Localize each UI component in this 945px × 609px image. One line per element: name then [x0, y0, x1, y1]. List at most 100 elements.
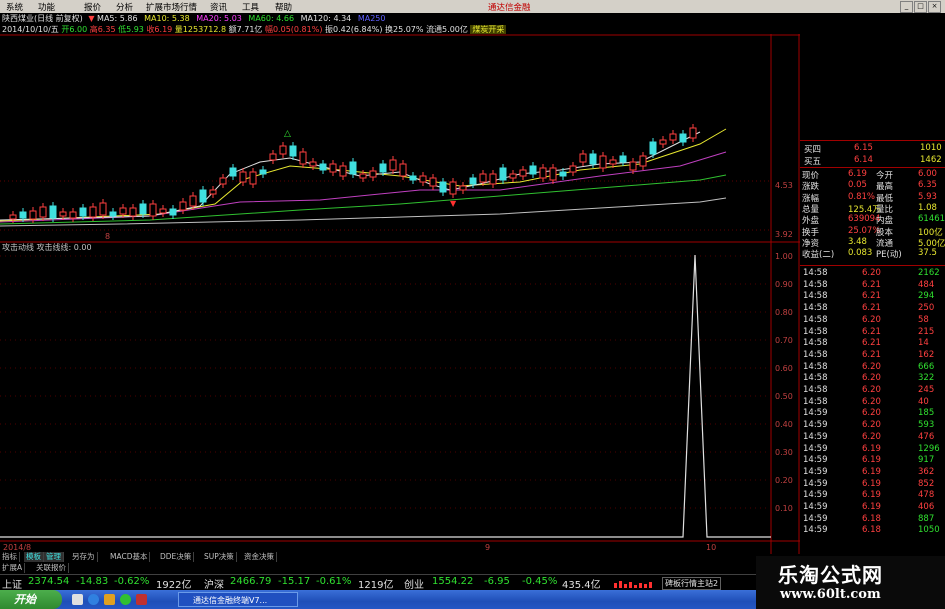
- hs-change: -15.17: [278, 576, 311, 587]
- tick-row: 14:58 6.21 250: [800, 303, 945, 314]
- quote-label: 换手: [802, 227, 820, 238]
- sector-tag[interactable]: 煤炭开采: [470, 25, 507, 34]
- maximize-icon[interactable]: □: [914, 1, 927, 13]
- tick-volume: 294: [918, 291, 935, 302]
- cy-label: 创业: [404, 580, 424, 591]
- ma5-label: MA5: 5.86: [97, 14, 138, 23]
- tick-time: 14:59: [803, 420, 828, 431]
- server-label[interactable]: 碑板行情主站2: [662, 577, 722, 590]
- tick-row: 14:58 6.21 484: [800, 280, 945, 291]
- tick-row: 14:59 6.19 406: [800, 502, 945, 513]
- hs-label: 沪深: [204, 580, 224, 591]
- tick-time: 14:59: [803, 466, 828, 477]
- quote-row: 换手 25.07% 股本 100亿: [800, 226, 945, 238]
- watermark-logo: 乐淘公式网 www.60lt.com: [756, 556, 945, 609]
- tab-indicator[interactable]: SUP决策: [202, 552, 237, 562]
- quote-label: 现价: [802, 171, 820, 181]
- minimize-icon[interactable]: _: [900, 1, 913, 13]
- tick-time: 14:58: [803, 268, 828, 278]
- tab-indicator[interactable]: 资金决策: [242, 552, 277, 562]
- tab-indicator[interactable]: MACD基本: [108, 552, 151, 562]
- bar-float: 流通5.00亿: [426, 25, 468, 34]
- chart-area[interactable]: △ ▼ 4.53 3.92 8 攻击动线 攻击线线: 0.00 1.00 0.90…: [0, 34, 800, 554]
- quote-label: 外盘: [802, 216, 820, 227]
- tick-volume: 1296: [918, 443, 940, 454]
- tick-row: 14:58 6.20 40: [800, 397, 945, 408]
- hs-pct: -0.61%: [316, 576, 352, 587]
- indicator-tabs: 指标 模板 管理 另存为 MACD基本 DDE决策 SUP决策 资金决策: [0, 552, 800, 562]
- orderbook-label: 买四: [804, 145, 822, 155]
- quote-label: 净资: [802, 238, 820, 249]
- app2-icon[interactable]: [136, 594, 147, 605]
- menu-quote[interactable]: 报价: [84, 1, 101, 13]
- folder-icon[interactable]: [104, 594, 115, 605]
- close-icon[interactable]: ×: [928, 1, 941, 13]
- tab-indicator[interactable]: DDE决策: [158, 552, 195, 562]
- tick-row: 14:59 6.19 478: [800, 490, 945, 501]
- sh-label: 上证: [2, 580, 22, 591]
- tab-indicator[interactable]: 另存为: [70, 552, 98, 562]
- menu-news[interactable]: 资讯: [210, 1, 227, 13]
- start-button[interactable]: 开始: [0, 590, 62, 609]
- tab-linked-quote[interactable]: 关联报价: [34, 563, 69, 573]
- orderbook-price: 6.15: [854, 143, 873, 153]
- quote-row: 收益(二) 0.083 PE(动) 37.5: [800, 248, 945, 260]
- menu-tools[interactable]: 工具: [242, 1, 259, 13]
- tick-volume: 14: [918, 338, 929, 349]
- desktop-icon[interactable]: [72, 594, 83, 605]
- tick-list[interactable]: 14:58 6.20 2162 14:58 6.21 484 14:58 6.21 294 14:…: [800, 268, 945, 548]
- bar-date: 2014/10/10/五: [2, 25, 59, 34]
- tabs-row-2: 扩展A 关联报价: [0, 563, 300, 573]
- tick-time: 14:59: [803, 502, 828, 512]
- tick-row: 14:59 6.19 852: [800, 479, 945, 490]
- menu-analysis[interactable]: 分析: [116, 1, 133, 13]
- tick-row: 14:58 6.21 215: [800, 327, 945, 338]
- menu-help[interactable]: 帮助: [275, 1, 292, 13]
- tick-time: 14:59: [803, 490, 828, 501]
- quote-value: 37.5: [918, 248, 937, 259]
- tab-ext-a[interactable]: 扩展A: [0, 563, 26, 573]
- tick-time: 14:59: [803, 443, 828, 454]
- y-label-main-2: 3.92: [775, 230, 793, 239]
- orderbook-vol: 1462: [920, 155, 942, 165]
- quote-row: 涨跌 0.05 最高 6.35: [800, 180, 945, 193]
- tick-row: 14:59 6.19 917: [800, 455, 945, 466]
- quote-value: 6.35: [918, 180, 937, 191]
- x-label-1: 2014/8: [3, 543, 31, 552]
- ie-icon[interactable]: [88, 594, 99, 605]
- tick-time: 14:58: [803, 349, 828, 360]
- x-mark-main: 8: [105, 232, 110, 241]
- tab-indicator[interactable]: 模板: [24, 552, 44, 562]
- menu-ext-market[interactable]: 扩展市场行情: [146, 1, 197, 13]
- tick-price: 6.20: [862, 268, 881, 278]
- tick-price: 6.21: [862, 303, 881, 314]
- quote-value: 3.48: [848, 236, 867, 247]
- x-label-2: 9: [485, 543, 490, 552]
- quote-row: 外盘639094内盘614618: [800, 214, 945, 227]
- tick-row: 14:59 6.19 1296: [800, 444, 945, 455]
- tick-price: 6.21: [862, 326, 881, 337]
- tick-row: 14:58 6.20 322: [800, 373, 945, 384]
- tick-volume: 185: [918, 408, 935, 419]
- sh-value: 2374.54: [28, 576, 70, 587]
- tick-price: 6.20: [862, 396, 881, 407]
- tab-indicator[interactable]: 指标: [0, 552, 20, 562]
- quote-value: 6.19: [848, 169, 867, 179]
- quote-value: 6.00: [918, 169, 937, 179]
- sub-y-label: 0.70: [775, 336, 793, 345]
- tick-time: 14:58: [803, 338, 828, 349]
- quote-label: 最低: [876, 193, 894, 204]
- menu-function[interactable]: 功能: [38, 1, 55, 13]
- tick-row: 14:59 6.20 476: [800, 432, 945, 443]
- tick-price: 6.19: [862, 443, 881, 454]
- sub-y-axis: 1.00 0.90 0.80 0.70 0.60 0.50 0.40 0.30 0.20 0.10: [0, 252, 793, 513]
- app-icon[interactable]: [120, 594, 131, 605]
- tick-price: 6.21: [862, 349, 881, 360]
- tick-time: 14:58: [803, 385, 828, 395]
- taskbar-item[interactable]: 通达信金融终端V7...: [178, 592, 298, 607]
- bar-low: 低5.93: [118, 25, 144, 34]
- tick-volume: 40: [918, 396, 929, 407]
- menu-system[interactable]: 系统: [6, 1, 23, 13]
- quote-label: 涨跌: [802, 182, 820, 193]
- tab-indicator[interactable]: 管理: [44, 552, 64, 562]
